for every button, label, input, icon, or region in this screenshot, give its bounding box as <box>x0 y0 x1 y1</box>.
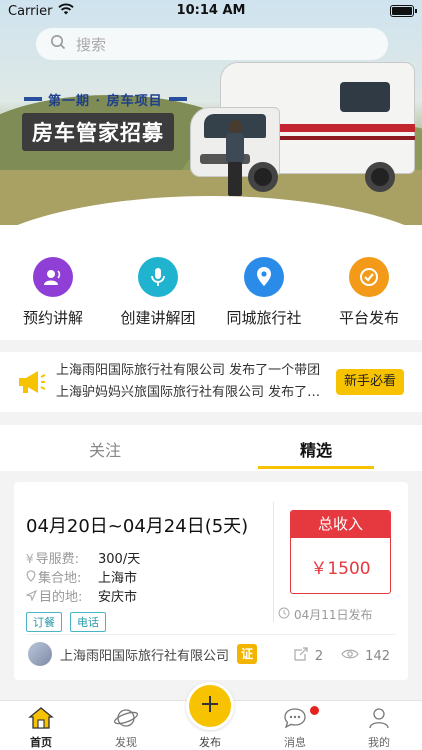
megaphone-icon <box>16 368 46 400</box>
user-voice-icon <box>33 257 73 297</box>
job-card[interactable]: 04月20日~04月24日(5天) ¥ 导服费: 300/天 集合地: 上海市 目… <box>14 482 408 680</box>
news-item[interactable]: 上海雨阳国际旅行社有限公司 发布了一个带团 <box>56 360 331 382</box>
app-screen: 第一期 · 房车项目 房车管家招募 Carrier 10:14 AM 搜索 预约… <box>0 0 422 750</box>
share-count: 2 <box>314 648 324 664</box>
action-label: 平台发布 <box>338 309 399 327</box>
user-icon <box>349 705 409 731</box>
avatar <box>28 642 52 666</box>
publish-label: 发布 <box>199 736 221 749</box>
status-bar: Carrier 10:14 AM <box>0 0 422 22</box>
clock-icon <box>278 607 290 622</box>
tab-messages-label: 消息 <box>284 736 306 749</box>
meet-label: 集合地: <box>38 571 82 586</box>
view-count: 142 <box>365 648 390 664</box>
yen-icon: ¥ <box>26 552 34 566</box>
share-icon <box>293 646 309 666</box>
navigation-icon <box>25 588 38 607</box>
banner-title: 房车管家招募 <box>22 113 174 151</box>
news-ticker[interactable]: 上海雨阳国际旅行社有限公司 发布了一个带团 上海驴妈妈兴旅国际旅行社有限公司 发… <box>0 352 422 412</box>
photographer-figure <box>224 120 246 198</box>
tab-home-label: 首页 <box>30 736 52 749</box>
carousel-dot[interactable] <box>213 202 219 208</box>
meet-value: 上海市 <box>98 571 138 586</box>
tag-meal: 订餐 <box>26 612 62 632</box>
clock: 10:14 AM <box>176 3 246 18</box>
card-stats: 2 142 <box>293 646 390 666</box>
location-icon <box>26 569 36 588</box>
meet-row: 集合地: 上海市 <box>26 569 140 588</box>
tab-discover-label: 发现 <box>115 736 137 749</box>
publish-date: 04月11日发布 <box>278 606 373 623</box>
agency-name: 上海雨阳国际旅行社有限公司 <box>60 648 230 664</box>
tab-mine-label: 我的 <box>368 736 390 749</box>
newbie-guide-button[interactable]: 新手必看 <box>336 369 404 395</box>
income-label: 总收入 <box>291 511 390 538</box>
home-icon <box>11 705 71 731</box>
tab-discover[interactable]: 发现 <box>96 705 156 750</box>
dest-label: 目的地: <box>39 590 83 605</box>
news-lines: 上海雨阳国际旅行社有限公司 发布了一个带团 上海驴妈妈兴旅国际旅行社有限公司 发… <box>56 360 331 404</box>
income-box: 总收入 ￥1500 <box>290 510 391 594</box>
banner-series-label: 第一期 · 房车项目 <box>48 93 163 109</box>
publish-date-text: 04月11日发布 <box>294 608 373 622</box>
trip-dates: 04月20日~04月24日(5天) <box>26 516 249 537</box>
plus-icon <box>199 693 221 719</box>
divider <box>273 502 274 622</box>
dest-value: 安庆市 <box>98 590 138 605</box>
tag-list: 订餐 电话 <box>26 612 106 632</box>
view-stat: 142 <box>341 648 390 664</box>
tab-mine[interactable]: 我的 <box>349 705 409 750</box>
action-book-guide[interactable]: 预约讲解 <box>8 257 98 328</box>
eye-icon <box>341 648 359 664</box>
fee-value: 300/天 <box>98 552 141 567</box>
news-item[interactable]: 上海驴妈妈兴旅国际旅行社有限公司 发布了一个 <box>56 382 331 404</box>
action-label: 创建讲解团 <box>120 309 196 327</box>
carousel-dot-active[interactable] <box>201 202 207 208</box>
carousel-dot[interactable] <box>225 202 231 208</box>
microphone-icon <box>138 257 178 297</box>
planet-icon <box>96 705 156 731</box>
quick-actions: 预约讲解 创建讲解团 同城旅行社 平台发布 <box>0 225 422 340</box>
action-create-guide-group[interactable]: 创建讲解团 <box>113 257 203 328</box>
location-pin-icon <box>244 257 284 297</box>
agency-info[interactable]: 上海雨阳国际旅行社有限公司 证 <box>28 642 258 666</box>
tab-follow[interactable]: 关注 <box>45 437 165 461</box>
tab-indicator <box>258 466 374 469</box>
income-amount: ￥1500 <box>310 559 371 579</box>
action-label: 预约讲解 <box>22 309 83 327</box>
share-stat[interactable]: 2 <box>293 646 323 666</box>
action-local-agencies[interactable]: 同城旅行社 <box>219 257 309 328</box>
trip-info: ¥ 导服费: 300/天 集合地: 上海市 目的地: 安庆市 <box>25 550 140 607</box>
fee-label: 导服费: <box>35 552 80 567</box>
action-label: 同城旅行社 <box>226 309 302 327</box>
search-icon <box>50 34 66 54</box>
dest-row: 目的地: 安庆市 <box>25 588 140 607</box>
publish-button[interactable] <box>186 682 234 730</box>
tag-phone: 电话 <box>70 612 106 632</box>
certified-badge: 证 <box>237 644 258 664</box>
unread-dot <box>310 706 319 715</box>
fee-row: ¥ 导服费: 300/天 <box>26 550 140 569</box>
tab-featured[interactable]: 精选 <box>256 437 376 461</box>
action-platform-publish[interactable]: 平台发布 <box>324 257 414 328</box>
search-bar[interactable]: 搜索 <box>36 28 388 60</box>
carousel-dots <box>201 202 231 208</box>
search-placeholder: 搜索 <box>76 35 107 54</box>
checkmark-icon <box>349 257 389 297</box>
divider <box>26 634 396 635</box>
feed-tabs: 关注 精选 <box>0 425 422 471</box>
battery-icon <box>390 5 417 17</box>
tab-home[interactable]: 首页 <box>11 705 71 750</box>
banner-series: 第一期 · 房车项目 <box>24 87 187 111</box>
